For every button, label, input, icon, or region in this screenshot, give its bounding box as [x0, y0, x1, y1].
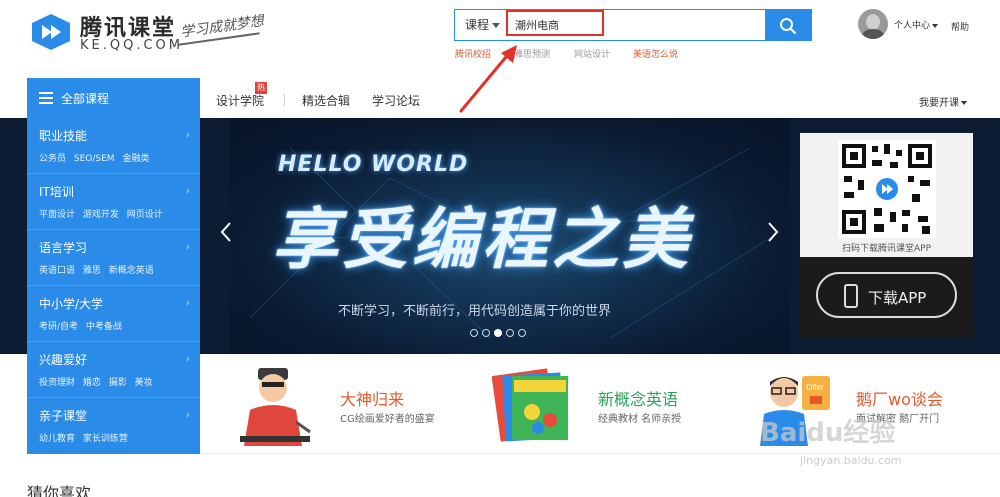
promo-title[interactable]: 鹅厂wo谈会	[856, 386, 943, 410]
menu-icon	[39, 92, 53, 104]
subcategory-link[interactable]: 雅思	[83, 266, 101, 276]
sidebar-item-language[interactable]: 语言学习 › 英语口语 雅思 新概念英语	[27, 230, 200, 286]
chevron-right-icon: ›	[185, 296, 190, 309]
category-title: 兴趣爱好	[39, 353, 88, 367]
subcategory-link[interactable]: 公务员	[39, 154, 66, 164]
search-category-label: 课程	[465, 18, 490, 32]
download-app-button[interactable]: 下载APP	[816, 272, 957, 318]
hot-badge: 热	[255, 82, 267, 94]
nav-divider	[284, 94, 285, 106]
nav-link-forum[interactable]: 学习论坛	[372, 92, 420, 109]
sidebar-item-it-training[interactable]: IT培训 › 平面设计 游戏开发 网页设计	[27, 174, 200, 230]
category-title: IT培训	[39, 185, 74, 199]
category-title: 亲子课堂	[39, 409, 88, 423]
hot-word-link[interactable]: 网站设计	[574, 47, 610, 60]
chevron-down-icon	[492, 23, 500, 28]
chevron-right-icon: ›	[185, 352, 190, 365]
subcategory-link[interactable]: 家长训练营	[83, 434, 128, 444]
sidebar-item-hobbies[interactable]: 兴趣爱好 › 投资理财 婚恋 摄影 美妆	[27, 342, 200, 398]
carousel-dot-active[interactable]	[494, 329, 502, 337]
chevron-right-icon: ›	[185, 128, 190, 141]
subcategory-link[interactable]: 新概念英语	[109, 266, 154, 276]
logo-domain: KE.QQ.COM	[80, 38, 183, 53]
search-button[interactable]	[765, 10, 811, 40]
hot-word-link[interactable]: 美语怎么说	[633, 47, 678, 60]
open-course-label: 我要开课	[919, 98, 959, 109]
subcategory-link[interactable]: 婚恋	[83, 378, 101, 388]
personal-center-label: 个人中心	[894, 21, 931, 31]
artist-illustration[interactable]	[230, 362, 320, 446]
subcategory-link[interactable]: 幼儿教育	[39, 434, 75, 444]
subcategory-link[interactable]: 摄影	[109, 378, 127, 388]
sidebar-item-school[interactable]: 中小学/大学 › 考研/自考 中考备战	[27, 286, 200, 342]
nav-link-collections[interactable]: 精选合辑	[302, 92, 350, 109]
category-title: 职业技能	[39, 129, 88, 143]
subcategory-link[interactable]: 考研/自考	[39, 322, 78, 332]
subcategory-link[interactable]: 金融类	[122, 154, 149, 164]
category-title: 中小学/大学	[39, 297, 104, 311]
subcategory-link[interactable]: 美妆	[135, 378, 153, 388]
category-subs: 英语口语 雅思 新概念英语	[39, 263, 159, 276]
all-courses-label: 全部课程	[61, 92, 110, 106]
baidu-watermark-url: jingyan.baidu.com	[800, 454, 902, 467]
avatar[interactable]	[858, 9, 888, 39]
nav-link-design-academy[interactable]: 设计学院	[216, 92, 264, 109]
search-category-select[interactable]: 课程	[455, 10, 505, 40]
subcategory-link[interactable]: 网页设计	[127, 210, 163, 220]
subcategory-link[interactable]: 投资理财	[39, 378, 75, 388]
sidebar-item-parenting[interactable]: 亲子课堂 › 幼儿教育 家长训练营	[27, 398, 200, 454]
baidu-watermark: Baidu经验	[760, 418, 896, 448]
category-subs: 考研/自考 中考备战	[39, 319, 127, 332]
phone-icon	[844, 284, 858, 308]
svg-text:Offer: Offer	[806, 383, 824, 392]
banner-title: 享受编程之美	[272, 201, 692, 278]
annotation-arrow	[459, 45, 517, 113]
search-icon	[780, 18, 797, 35]
download-app-label: 下载APP	[868, 289, 927, 307]
chevron-down-icon	[961, 101, 967, 105]
category-subs: 投资理财 婚恋 摄影 美妆	[39, 375, 158, 388]
subcategory-link[interactable]: 平面设计	[39, 210, 75, 220]
avatar-face	[866, 14, 880, 30]
carousel-dot[interactable]	[470, 329, 478, 337]
section-title: 猜你喜欢	[27, 484, 92, 497]
category-sidebar: 职业技能 › 公务员 SEO/SEM 金融类 IT培训 › 平面设计 游戏开发 …	[27, 118, 200, 454]
banner-subtitle: 不断学习，不断前行，用代码创造属于你的世界	[338, 304, 612, 319]
help-link[interactable]: 帮助	[951, 20, 969, 33]
subcategory-link[interactable]: 中考备战	[86, 322, 122, 332]
avatar-body	[862, 29, 884, 39]
chevron-right-icon[interactable]	[767, 222, 779, 242]
qr-code-icon	[842, 144, 932, 234]
promo-subtitle: CG绘画爱好者的盛宴	[340, 414, 435, 425]
search-bar: 课程	[454, 9, 812, 41]
carousel-dot[interactable]	[482, 329, 490, 337]
personal-center-menu[interactable]: 个人中心	[894, 18, 939, 31]
subcategory-link[interactable]: SEO/SEM	[74, 154, 115, 164]
open-course-menu[interactable]: 我要开课	[919, 94, 967, 109]
chevron-down-icon	[932, 23, 939, 28]
carousel-dot[interactable]	[506, 329, 514, 337]
category-title: 语言学习	[39, 241, 88, 255]
category-subs: 平面设计 游戏开发 网页设计	[39, 207, 168, 220]
chevron-right-icon: ›	[185, 240, 190, 253]
chevron-left-icon[interactable]	[220, 222, 232, 242]
carousel-dot[interactable]	[518, 329, 526, 337]
book-illustration[interactable]	[492, 366, 572, 444]
qr-caption: 扫码下载腾讯课堂APP	[841, 244, 931, 254]
subcategory-link[interactable]: 游戏开发	[83, 210, 119, 220]
ke-qq-logo-icon[interactable]	[28, 12, 74, 52]
qr-code	[838, 140, 936, 238]
subcategory-link[interactable]: 英语口语	[39, 266, 75, 276]
promo-title[interactable]: 新概念英语	[598, 386, 678, 410]
promo-title[interactable]: 大神归来	[340, 386, 404, 410]
search-input[interactable]	[507, 10, 765, 40]
promo-subtitle: 经典教材 名师亲授	[598, 414, 682, 425]
chevron-right-icon: ›	[185, 408, 190, 421]
sidebar-item-career-skills[interactable]: 职业技能 › 公务员 SEO/SEM 金融类	[27, 118, 200, 174]
banner-hello-text: HELLO WORLD	[278, 152, 469, 177]
chevron-right-icon: ›	[185, 184, 190, 197]
category-subs: 公务员 SEO/SEM 金融类	[39, 151, 154, 164]
all-courses-button[interactable]: 全部课程	[27, 78, 200, 118]
category-subs: 幼儿教育 家长训练营	[39, 431, 133, 444]
